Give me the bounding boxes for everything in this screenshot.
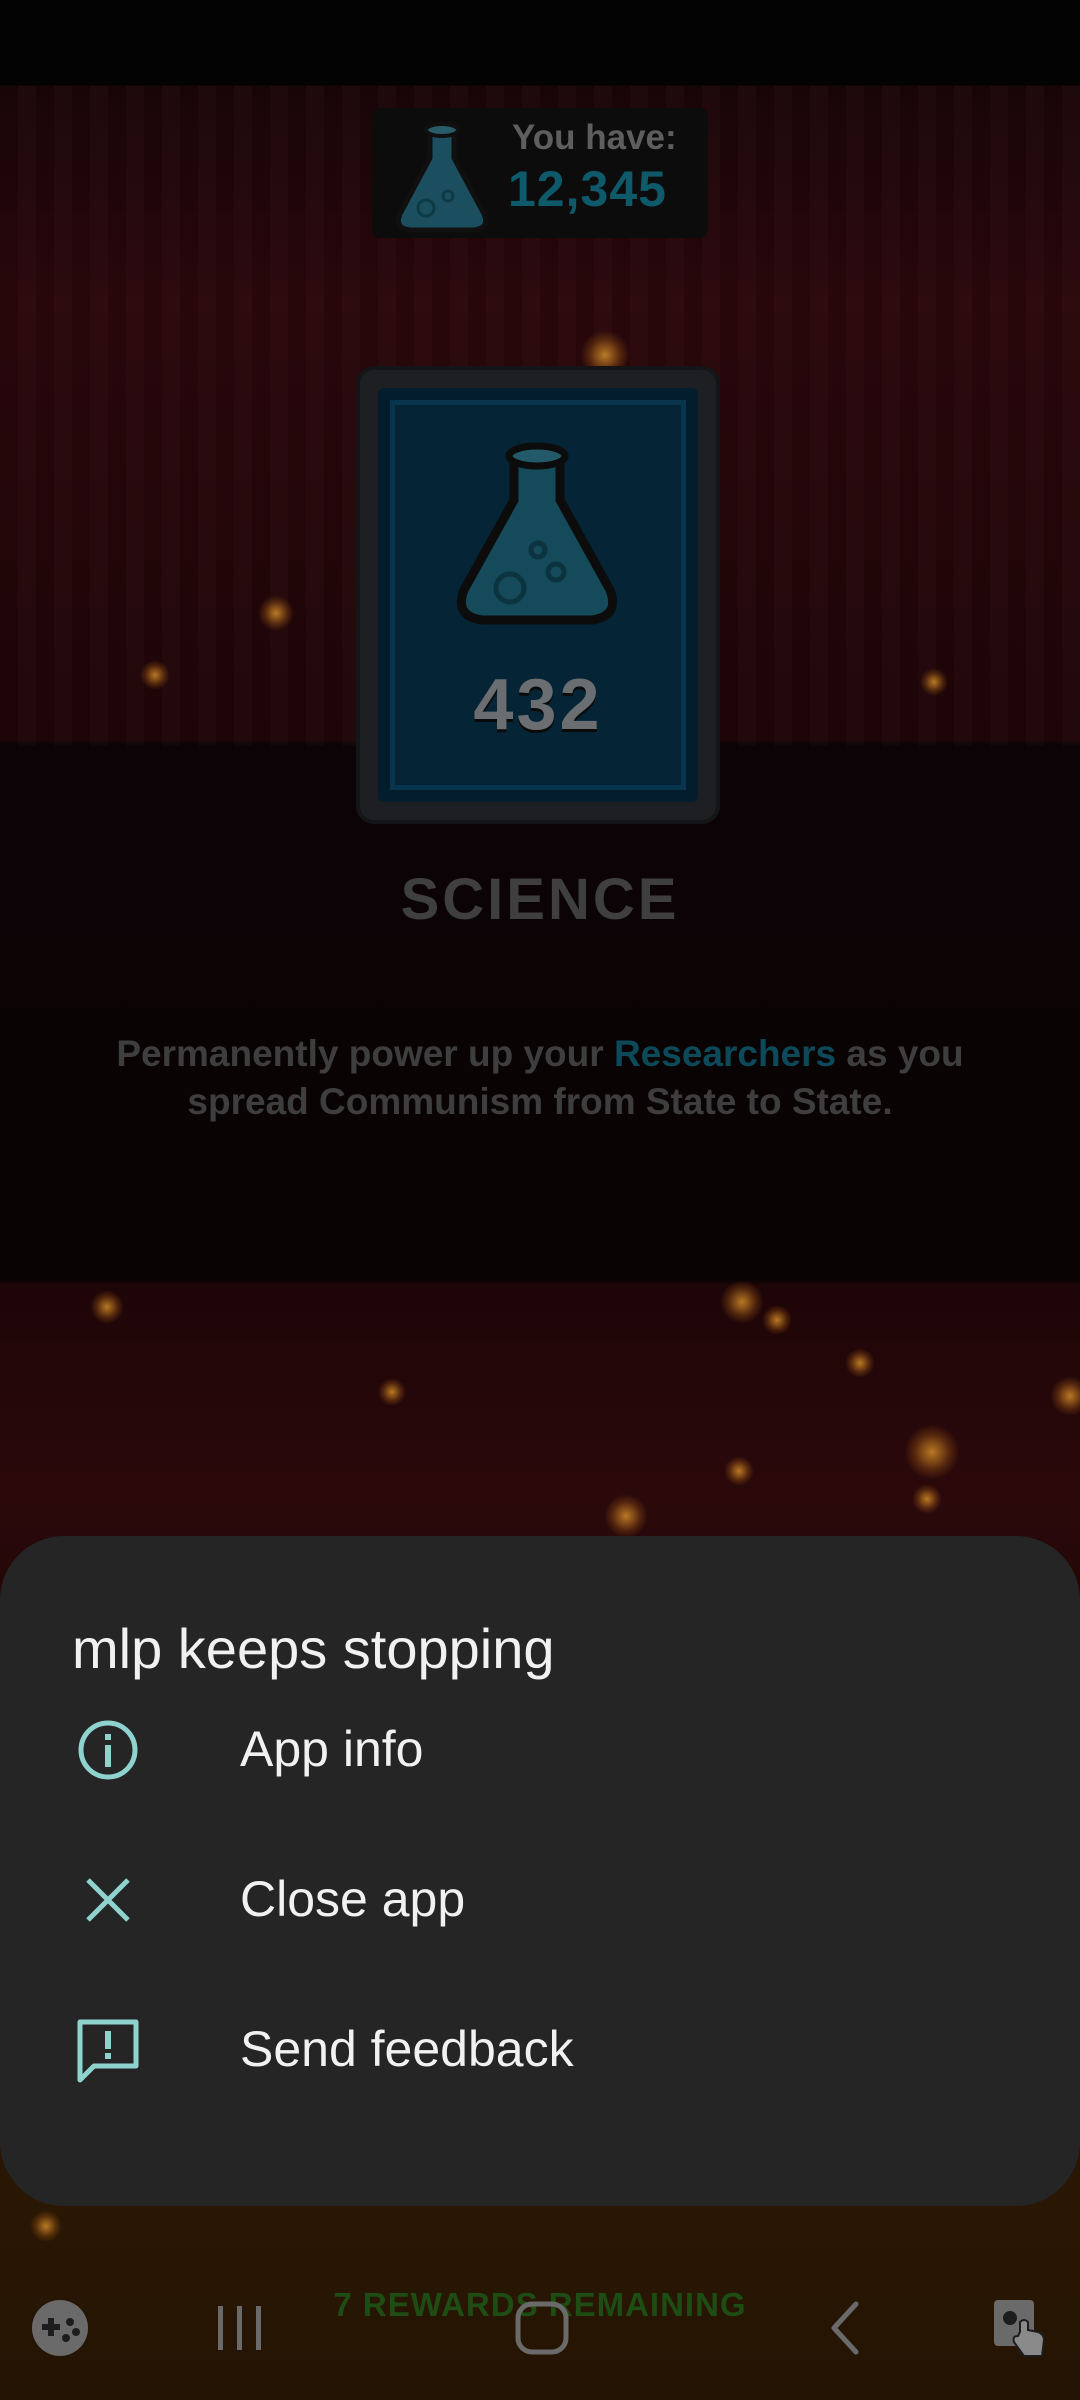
counter-value: 12,345 — [508, 161, 667, 217]
close-icon — [86, 1878, 130, 1922]
app-info-button[interactable]: App info — [0, 1674, 1080, 1814]
ember-particle — [912, 1484, 942, 1514]
science-counter: You have: 12,345 — [372, 108, 708, 238]
send-feedback-label: Send feedback — [240, 2021, 574, 2077]
ember-particle — [724, 1456, 754, 1486]
ember-particle — [845, 1348, 875, 1378]
game-launcher-icon — [32, 2300, 88, 2356]
ember-particle — [90, 1290, 124, 1324]
close-app-label: Close app — [240, 1871, 466, 1927]
description-text: Permanently power up your — [116, 1033, 614, 1074]
close-app-button[interactable]: Close app — [0, 1824, 1080, 1964]
send-feedback-button[interactable]: Send feedback — [0, 1974, 1080, 2114]
recent-apps-icon — [218, 2306, 261, 2350]
science-card: 432 — [360, 370, 716, 820]
back-icon — [831, 2301, 859, 2355]
ember-particle — [258, 595, 294, 631]
ember-particle — [378, 1378, 406, 1406]
flask-icon — [395, 122, 489, 233]
ember-particle — [30, 2210, 62, 2242]
ember-particle — [762, 1305, 792, 1335]
screen-touch-icon — [994, 2300, 1046, 2357]
ember-particle — [140, 660, 170, 690]
counter-label: You have: — [512, 118, 677, 157]
back-button[interactable] — [806, 2288, 886, 2368]
flask-icon — [456, 442, 618, 625]
home-icon — [515, 2301, 569, 2355]
dialog-title: mlp keeps stopping — [72, 1617, 555, 1680]
screen-touch-button[interactable] — [980, 2288, 1060, 2368]
ember-particle — [904, 1424, 960, 1480]
info-icon — [78, 1720, 138, 1780]
ember-particle — [720, 1280, 764, 1324]
ember-particle — [604, 1494, 648, 1538]
ember-particle — [920, 668, 948, 696]
card-title: SCIENCE — [400, 867, 680, 932]
game-launcher-button[interactable] — [20, 2288, 100, 2368]
app-info-label: App info — [240, 1721, 424, 1777]
app-crash-dialog: mlp keeps stopping App info Close app Se… — [0, 1536, 1080, 2206]
card-value: 432 — [473, 665, 603, 745]
recent-apps-button[interactable] — [200, 2288, 280, 2368]
upgrade-description: Permanently power up your Researchers as… — [90, 1030, 990, 1126]
feedback-icon — [77, 2019, 139, 2083]
home-button[interactable] — [502, 2288, 582, 2368]
description-highlight: Researchers — [613, 1033, 837, 1074]
